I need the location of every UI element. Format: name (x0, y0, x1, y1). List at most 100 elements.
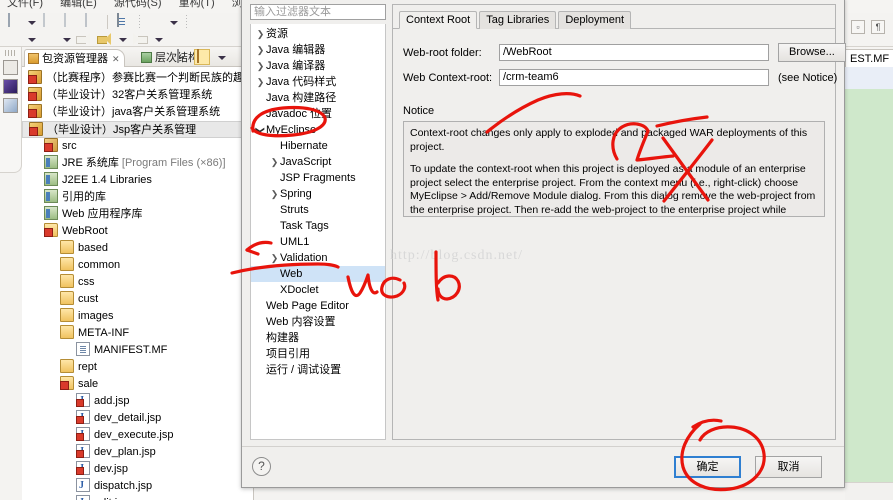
preferences-tree-item[interactable]: ❯ JavaScript (251, 154, 385, 170)
preferences-tree-item[interactable]: Struts (251, 202, 385, 218)
tree-item[interactable]: dev_detail.jsp (22, 409, 253, 427)
editor-tab-manifest[interactable]: EST.MF ✕ (845, 49, 893, 67)
external-tools-icon[interactable] (41, 31, 58, 47)
chevron-right-icon[interactable]: ❯ (255, 42, 266, 58)
preferences-tree-item[interactable]: Hibernate (251, 138, 385, 154)
help-button[interactable]: ? (252, 457, 271, 476)
preferences-tree-item[interactable]: ❯ Spring (251, 186, 385, 202)
tree-item[interactable]: based (22, 240, 253, 257)
tab-deployment[interactable]: Deployment (558, 11, 632, 29)
chevron-right-icon[interactable]: ❯ (255, 58, 266, 74)
doc-icon[interactable] (115, 13, 132, 30)
previous-arrow-icon[interactable] (97, 31, 114, 47)
browse-button[interactable]: Browse... (778, 43, 846, 62)
preferences-tree[interactable]: ❯ 资源 ❯ Java 编辑器 ❯ Java 编译器 ❯ Java 代码样式 Java 构建路径… (250, 24, 386, 440)
forward-arrow-icon[interactable] (132, 31, 149, 47)
preferences-tree-item[interactable]: Java 构建路径 (251, 90, 385, 106)
preferences-tree-item[interactable]: XDoclet (251, 282, 385, 298)
java-perspective-icon[interactable] (3, 98, 18, 113)
preferences-tree-item[interactable]: Task Tags (251, 218, 385, 234)
editor-content[interactable] (845, 67, 893, 500)
menu-item-file[interactable]: 文件(F) (0, 0, 50, 10)
tree-item[interactable]: css (22, 274, 253, 291)
run-icon[interactable] (148, 14, 165, 30)
ok-button[interactable]: 确定 (674, 456, 741, 478)
preferences-tree-item[interactable]: ❯ Java 代码样式 (251, 74, 385, 90)
tab-package-explorer[interactable]: 包资源管理器 ✕ (24, 49, 125, 67)
close-icon[interactable]: ✕ (112, 54, 120, 64)
preferences-tree-item[interactable]: ❯MyEclipse (251, 122, 385, 138)
preferences-tree-item[interactable]: Web (251, 266, 385, 282)
preferences-tree-item[interactable]: ❯ Validation (251, 250, 385, 266)
chevron-right-icon[interactable]: ❯ (255, 26, 266, 42)
tree-item[interactable]: add.jsp (22, 392, 253, 410)
drag-handle-icon[interactable] (4, 50, 17, 56)
external-tools-dropdown-icon[interactable] (62, 31, 72, 47)
save-all-icon[interactable] (62, 13, 79, 30)
context-root-input[interactable]: /crm-team6 (499, 69, 769, 86)
tree-item[interactable]: dev_plan.jsp (22, 443, 253, 461)
tree-item[interactable]: （毕业设计）java客户关系管理系统 (22, 104, 253, 121)
chevron-right-icon[interactable]: ❯ (269, 186, 280, 202)
tree-item[interactable]: META-INF (22, 325, 253, 342)
tree-item[interactable]: dispatch.jsp (22, 477, 253, 495)
tree-item[interactable]: images (22, 308, 253, 325)
restore-perspective-icon[interactable] (3, 60, 18, 75)
tree-item[interactable]: dev_execute.jsp (22, 426, 253, 444)
preferences-tree-item[interactable]: Web Page Editor (251, 298, 385, 314)
project-tree[interactable]: （比赛程序）参赛比赛一个判断民族的趣味 （毕业设计）32客户关系管理系统 （毕业设计… (22, 68, 253, 500)
webroot-input[interactable]: /WebRoot (499, 44, 769, 61)
chevron-right-icon[interactable]: ❯ (269, 250, 280, 266)
myeclipse-perspective-icon[interactable] (3, 79, 18, 94)
preferences-tree-item[interactable]: 构建器 (251, 330, 385, 346)
chevron-right-icon[interactable]: ❯ (269, 154, 280, 170)
menu-item-edit[interactable]: 编辑(E) (53, 0, 104, 10)
new-class-icon[interactable] (215, 14, 232, 30)
preferences-tree-item[interactable]: 项目引用 (251, 346, 385, 362)
fast-view-bar[interactable] (0, 47, 22, 173)
forward-dropdown-icon[interactable] (154, 31, 163, 47)
save-icon[interactable] (41, 13, 58, 30)
tree-item[interactable]: 引用的库 (22, 189, 253, 206)
run-dropdown-icon[interactable] (169, 14, 178, 30)
cancel-button[interactable]: 取消 (755, 456, 822, 478)
tree-item[interactable]: sale (22, 376, 253, 393)
new-package-icon[interactable] (194, 14, 211, 30)
menu-item-refactor[interactable]: 重构(T) (172, 0, 222, 10)
tree-item[interactable]: edit.jsp (22, 494, 253, 500)
link-with-editor-icon[interactable] (193, 49, 210, 65)
tree-item[interactable]: WebRoot (22, 223, 253, 240)
tree-item[interactable]: MANIFEST.MF (22, 342, 253, 359)
chevron-down-icon[interactable]: ❯ (253, 125, 269, 136)
preferences-tree-item[interactable]: JSP Fragments (251, 170, 385, 186)
debug-icon[interactable] (6, 31, 23, 47)
outline-icon[interactable]: ▫ (850, 20, 865, 34)
preferences-tree-item[interactable]: UML1 (251, 234, 385, 250)
back-arrow-icon[interactable] (76, 31, 93, 47)
tree-item[interactable]: （毕业设计）Jsp客户关系管理 (22, 121, 253, 138)
preferences-tree-item[interactable]: 运行 / 调试设置 (251, 362, 385, 378)
paragraph-icon[interactable]: ¶ (871, 20, 885, 34)
chevron-right-icon[interactable]: ❯ (255, 74, 266, 90)
tab-context-root[interactable]: Context Root (399, 11, 478, 29)
preferences-tree-item[interactable]: Javadoc 位置 (251, 106, 385, 122)
menu-item-source[interactable]: 源代码(S) (107, 0, 169, 10)
preferences-tree-item[interactable]: Web 内容设置 (251, 314, 385, 330)
filter-input[interactable]: 输入过滤器文本 (250, 4, 386, 20)
preferences-tree-item[interactable]: ❯ Java 编辑器 (251, 42, 385, 58)
previous-dropdown-icon[interactable] (118, 31, 128, 47)
tree-item[interactable]: Web 应用程序库 (22, 206, 253, 223)
debug-dropdown-icon[interactable] (27, 31, 37, 47)
tree-item[interactable]: src (22, 138, 253, 155)
tree-item[interactable]: （毕业设计）32客户关系管理系统 (22, 87, 253, 104)
tab-tag-libraries[interactable]: Tag Libraries (479, 11, 557, 29)
view-menu-icon[interactable] (214, 49, 230, 65)
tree-item[interactable]: rept (22, 359, 253, 376)
tree-item[interactable]: （比赛程序）参赛比赛一个判断民族的趣味 (22, 70, 253, 87)
tree-item[interactable]: J2EE 1.4 Libraries (22, 172, 253, 189)
tree-item[interactable]: dev.jsp (22, 460, 253, 478)
tree-item[interactable]: cust (22, 291, 253, 308)
print-icon[interactable] (83, 13, 100, 30)
collapse-all-icon[interactable] (174, 49, 190, 65)
preferences-tree-item[interactable]: ❯ Java 编译器 (251, 58, 385, 74)
